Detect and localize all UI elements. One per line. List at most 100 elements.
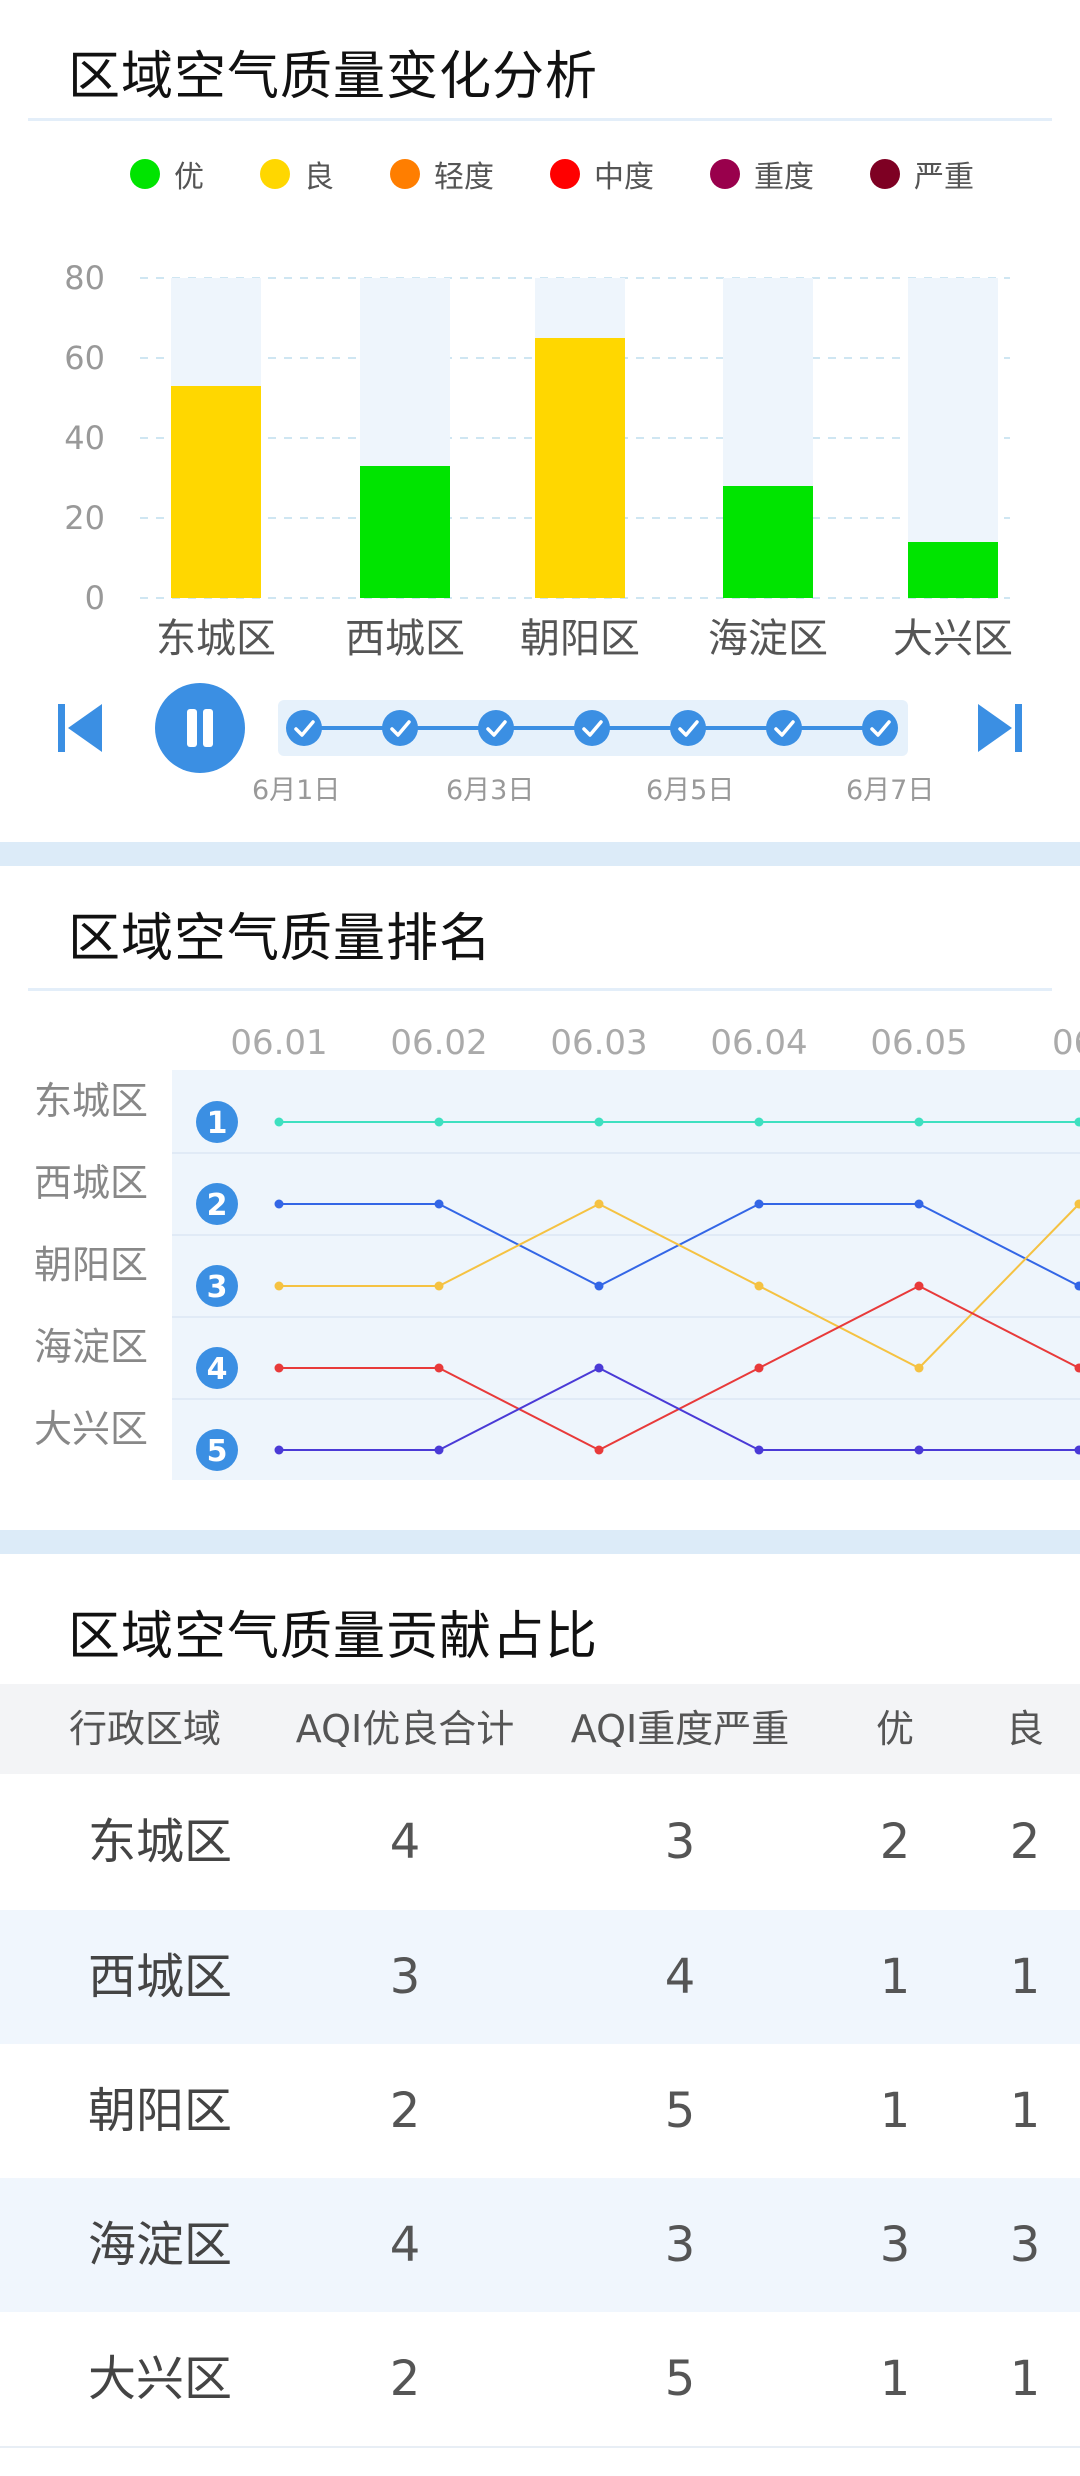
rank-point[interactable] — [274, 1117, 284, 1127]
column-header[interactable]: AQI优良合计 — [270, 1684, 540, 1774]
x-tick-label: 06.03 — [550, 1023, 647, 1063]
rank-point[interactable] — [594, 1199, 604, 1209]
cell-value: 1 — [879, 2083, 911, 2139]
table-row[interactable]: 朝阳区 2 5 1 1 — [0, 2044, 1080, 2180]
y-tick-label: 60 — [64, 339, 105, 377]
rank-point[interactable] — [274, 1445, 284, 1455]
x-tick-label: 06.04 — [710, 1023, 807, 1063]
rank-point[interactable] — [434, 1117, 444, 1127]
plot-area — [172, 1070, 1080, 1480]
rank-point[interactable] — [274, 1199, 284, 1209]
rank-point[interactable] — [274, 1363, 284, 1373]
legend-dot — [870, 159, 900, 189]
y-tick-label: 80 — [64, 259, 105, 297]
timeline-step[interactable] — [862, 710, 898, 746]
cell-value: 5 — [664, 2351, 696, 2407]
bar-chart: 0 20 40 60 80 东城区 西城区 朝阳区 海淀区 大兴区 — [64, 259, 1013, 662]
cell-value: 1 — [1009, 1949, 1041, 2005]
rank-point[interactable] — [914, 1445, 924, 1455]
cell-district: 朝阳区 — [87, 2083, 232, 2139]
section-divider — [0, 1530, 1080, 1554]
category-label: 朝阳区 — [520, 616, 640, 662]
rank-point[interactable] — [914, 1117, 924, 1127]
column-header[interactable]: AQI重度严重 — [540, 1684, 820, 1774]
rank-badge-number: 3 — [207, 1270, 228, 1305]
timeline-step[interactable] — [766, 710, 802, 746]
category-label: 海淀区 — [708, 616, 828, 662]
rank-badge-number: 1 — [207, 1106, 228, 1141]
column-header[interactable]: 优 — [820, 1684, 970, 1774]
rank-point[interactable] — [914, 1199, 924, 1209]
legend-item-heavy[interactable]: 重度 — [710, 152, 814, 196]
skip-forward-icon[interactable] — [974, 700, 1024, 756]
column-header[interactable]: 良 — [970, 1684, 1080, 1774]
bar[interactable] — [535, 338, 625, 598]
cell-value: 1 — [1009, 2351, 1041, 2407]
bar[interactable] — [360, 466, 450, 598]
cell-value: 2 — [1009, 1814, 1041, 1870]
skip-back-icon[interactable] — [56, 700, 106, 756]
rank-point[interactable] — [914, 1281, 924, 1291]
y-tick-label: 40 — [64, 419, 105, 457]
rank-point[interactable] — [754, 1281, 764, 1291]
y-tick-label: 20 — [64, 499, 105, 537]
bar[interactable] — [723, 486, 813, 598]
table-row[interactable]: 东城区 4 3 2 2 — [0, 1774, 1080, 1912]
cell-value: 2 — [389, 2083, 421, 2139]
timeline-label: 6月1日 — [252, 775, 341, 806]
legend-item-medium[interactable]: 中度 — [550, 152, 654, 196]
rank-point[interactable] — [434, 1445, 444, 1455]
legend-item-moderate[interactable]: 良 — [260, 152, 334, 196]
table-header: 行政区域 AQI优良合计 AQI重度严重 优 良 — [0, 1684, 1080, 1774]
rank-point[interactable] — [754, 1363, 764, 1373]
legend-dot — [260, 159, 290, 189]
timeline-step[interactable] — [286, 710, 322, 746]
legend-item-severe[interactable]: 严重 — [870, 152, 974, 196]
table-row[interactable]: 西城区 3 4 1 1 — [0, 1910, 1080, 2046]
cell-value: 3 — [1009, 2217, 1041, 2273]
air-quality-change-section: 区域空气质量变化分析 优 良 轻度 中度 重度 严重 0 20 40 60 80 东城区 西… — [0, 0, 1080, 842]
check-icon — [486, 720, 507, 737]
pause-button[interactable] — [155, 683, 245, 773]
cell-district: 大兴区 — [87, 2351, 232, 2407]
cell-value: 3 — [389, 1949, 421, 2005]
cell-value: 3 — [664, 1814, 696, 1870]
legend-item-good[interactable]: 优 — [130, 152, 204, 196]
rank-point[interactable] — [434, 1281, 444, 1291]
timeline-step[interactable] — [574, 710, 610, 746]
timeline-step[interactable] — [670, 710, 706, 746]
bar[interactable] — [171, 386, 261, 598]
rank-point[interactable] — [594, 1281, 604, 1291]
rank-point[interactable] — [594, 1363, 604, 1373]
table-row[interactable]: 海淀区 4 3 3 3 — [0, 2178, 1080, 2314]
pause-icon — [203, 709, 213, 747]
cell-value: 1 — [1009, 2083, 1041, 2139]
bar[interactable] — [908, 542, 998, 598]
category-label: 西城区 — [345, 616, 465, 662]
y-tick-label: 西城区 — [34, 1161, 148, 1205]
rank-point[interactable] — [434, 1199, 444, 1209]
timeline-step[interactable] — [382, 710, 418, 746]
category-label: 东城区 — [156, 616, 276, 662]
cell-value: 2 — [879, 1814, 911, 1870]
cell-district: 东城区 — [87, 1814, 232, 1870]
rank-point[interactable] — [914, 1363, 924, 1373]
y-tick-label: 朝阳区 — [34, 1243, 148, 1287]
check-icon — [582, 720, 603, 737]
rank-point[interactable] — [754, 1117, 764, 1127]
legend-item-light[interactable]: 轻度 — [390, 152, 494, 196]
check-icon — [294, 720, 315, 737]
timeline-slider[interactable] — [278, 700, 908, 756]
cell-district: 西城区 — [87, 1949, 232, 2005]
title-divider — [28, 988, 1052, 991]
rank-point[interactable] — [434, 1363, 444, 1373]
column-header[interactable]: 行政区域 — [20, 1684, 270, 1774]
rank-point[interactable] — [754, 1199, 764, 1209]
rank-point[interactable] — [594, 1445, 604, 1455]
rank-point[interactable] — [754, 1445, 764, 1455]
rank-point[interactable] — [274, 1281, 284, 1291]
table-row[interactable]: 大兴区 2 5 1 1 — [0, 2312, 1080, 2448]
cell-value: 2 — [389, 2351, 421, 2407]
timeline-step[interactable] — [478, 710, 514, 746]
rank-point[interactable] — [594, 1117, 604, 1127]
